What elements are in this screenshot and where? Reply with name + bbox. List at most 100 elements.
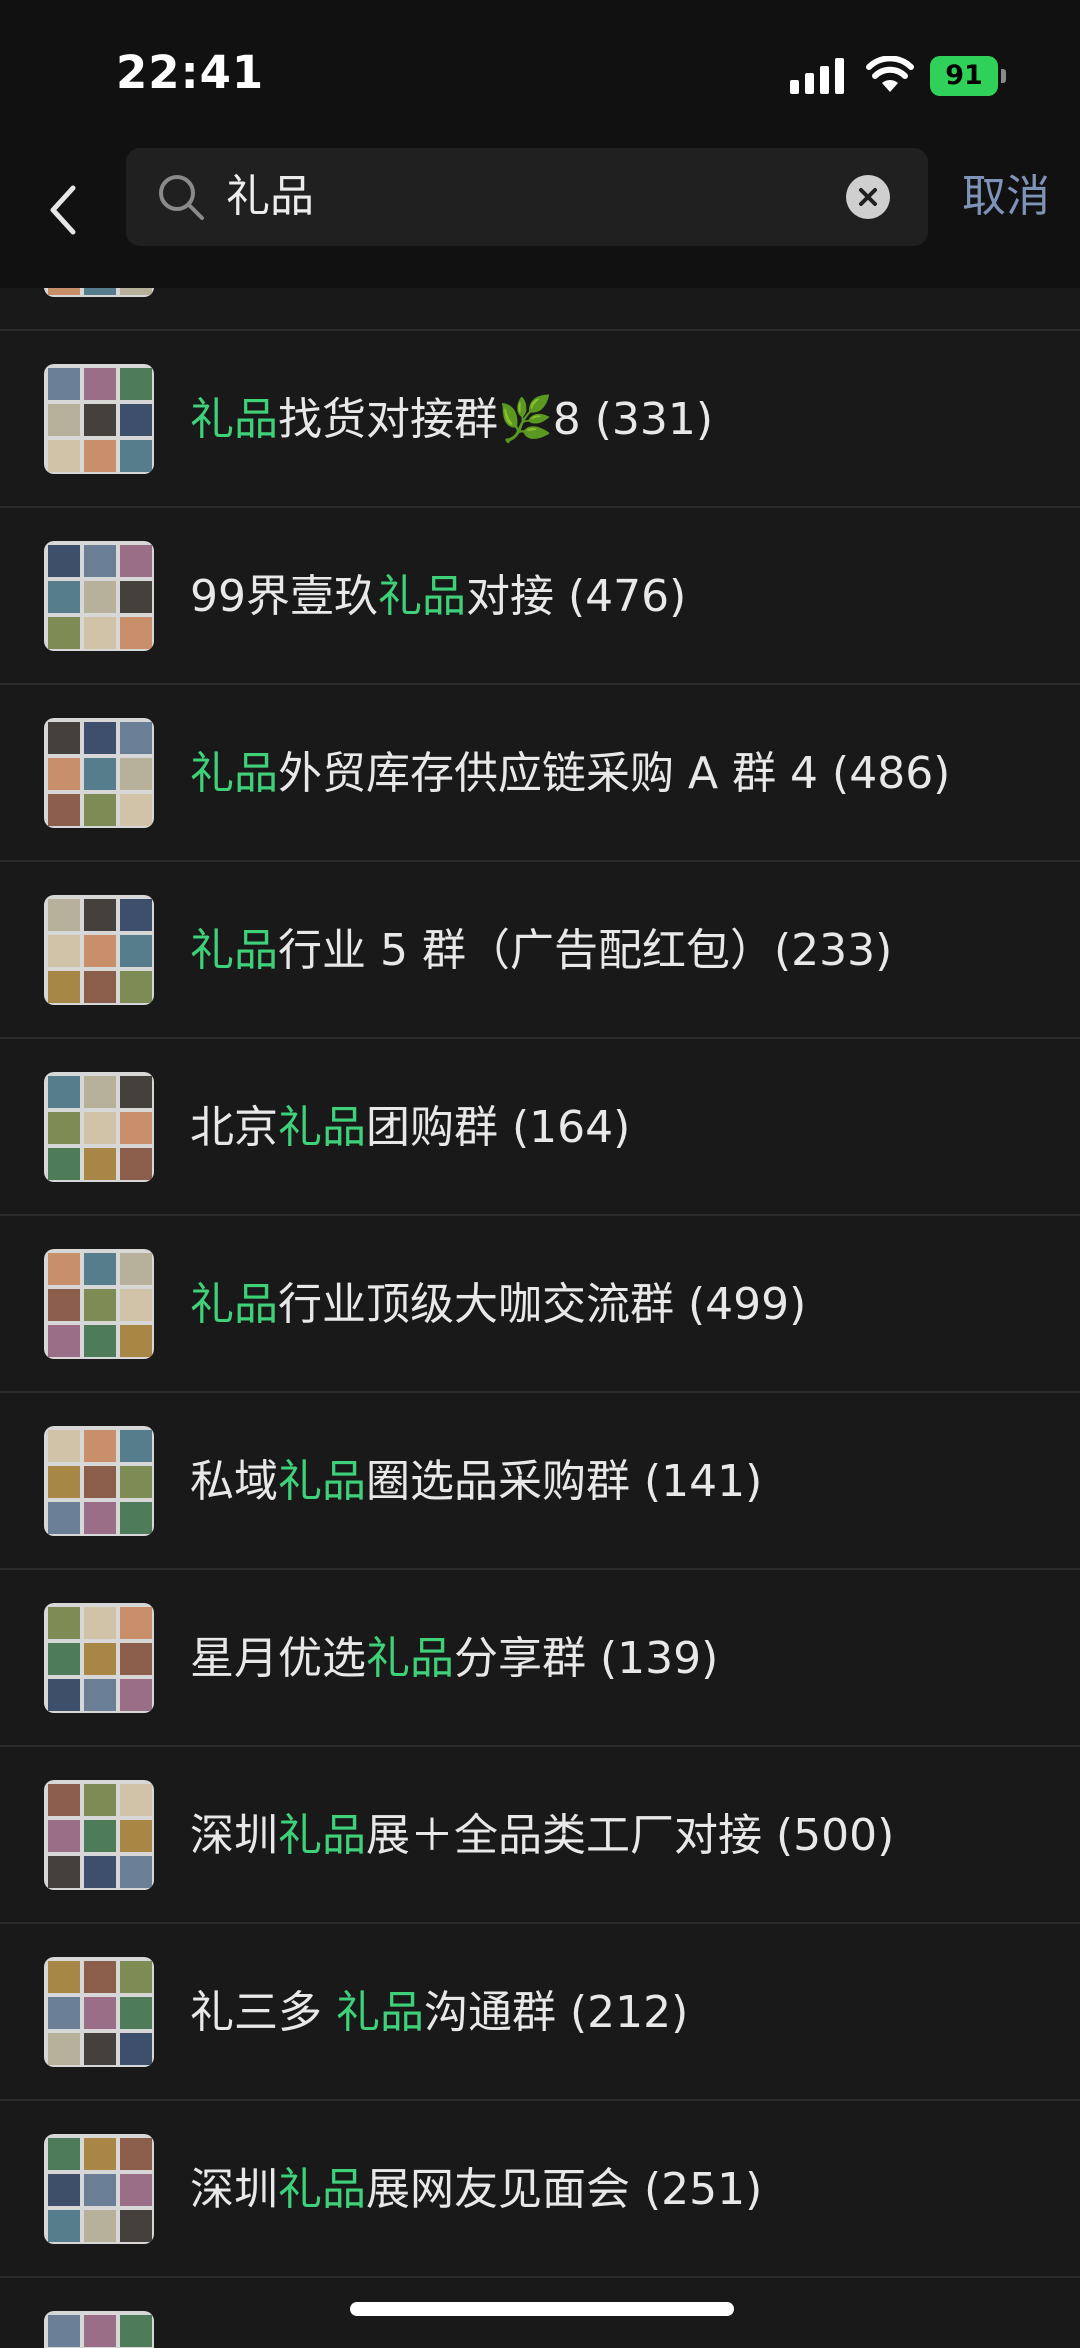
avatar-tile [84, 971, 116, 1003]
avatar-tile [84, 1076, 116, 1108]
avatar-tile [84, 899, 116, 931]
avatar-tile [48, 758, 80, 790]
search-result-row[interactable]: 礼品外贸库存供应链采购 A 群 4 (486) [0, 685, 1080, 862]
group-avatar [44, 1426, 154, 1536]
avatar-tile [84, 794, 116, 826]
search-input[interactable]: 礼品 [226, 148, 846, 246]
avatar-tile [120, 1112, 152, 1144]
group-name-prefix: 礼三多 [190, 1987, 336, 2038]
avatar-tile [120, 1502, 152, 1534]
group-avatar [44, 364, 154, 474]
avatar-tile [120, 1148, 152, 1180]
search-result-row[interactable]: 深圳礼品展网友见面会 (251) [0, 2101, 1080, 2278]
avatar-tile [84, 404, 116, 436]
group-avatar [44, 1957, 154, 2067]
search-result-row[interactable]: 北京礼品团购群 (164) [0, 1039, 1080, 1216]
group-name-suffix: 行业顶级大咖交流群 (499) [278, 1279, 807, 1330]
clear-search-button[interactable] [846, 175, 890, 219]
back-button[interactable] [30, 160, 94, 260]
avatar-tile [120, 2174, 152, 2206]
group-name-prefix: 北京 [190, 1102, 278, 1153]
avatar-tile [84, 1430, 116, 1462]
group-avatar [44, 288, 154, 297]
avatar-tile [48, 1148, 80, 1180]
avatar-tile [120, 1961, 152, 1993]
search-results-list: 礼品找货对接群🌿8 (331) 99界壹玖礼品对接 (476) 礼品外贸库存供应链采… [0, 288, 1080, 2348]
group-avatar [44, 2134, 154, 2244]
group-name-prefix: 99界壹玖 [190, 571, 378, 622]
search-match-highlight: 礼品 [190, 1279, 278, 1330]
search-result-row[interactable]: 99界壹玖礼品对接 (476) [0, 508, 1080, 685]
avatar-tile [48, 1466, 80, 1498]
search-result-row[interactable]: 深圳礼品展＋全品类工厂对接 (500) [0, 1747, 1080, 1924]
avatar-tile [84, 1643, 116, 1675]
avatar-tile [48, 440, 80, 472]
group-name-suffix: 展＋全品类工厂对接 (500) [366, 1810, 895, 1861]
search-result-row[interactable]: 礼品行业顶级大咖交流群 (499) [0, 1216, 1080, 1393]
search-result-row[interactable]: 礼品找货对接群🌿8 (331) [0, 331, 1080, 508]
search-result-row[interactable]: 星月优选礼品分享群 (139) [0, 1570, 1080, 1747]
avatar-tile [84, 2174, 116, 2206]
avatar-tile [120, 1784, 152, 1816]
avatar-tile [84, 2138, 116, 2170]
search-result-row[interactable]: 礼品行业 5 群（广告配红包）(233) [0, 862, 1080, 1039]
avatar-tile [120, 2315, 152, 2347]
avatar-tile [120, 288, 152, 295]
avatar-tile [84, 1466, 116, 1498]
search-result-row[interactable]: 礼三多 礼品沟通群 (212) [0, 1924, 1080, 2101]
avatar-tile [120, 1325, 152, 1357]
avatar-tile [84, 935, 116, 967]
avatar-tile [84, 1997, 116, 2029]
group-name-suffix: 展网友见面会 (251) [366, 2164, 763, 2215]
avatar-tile [48, 1253, 80, 1285]
avatar-tile [48, 2033, 80, 2065]
home-indicator [350, 2302, 734, 2316]
avatar-tile [120, 758, 152, 790]
avatar-tile [120, 1076, 152, 1108]
avatar-tile [48, 617, 80, 649]
search-icon [159, 175, 204, 220]
avatar-tile [48, 899, 80, 931]
status-time: 22:41 [116, 46, 265, 99]
avatar-tile [120, 1643, 152, 1675]
search-result-row-partial[interactable] [0, 288, 1080, 331]
avatar-tile [84, 1856, 116, 1888]
avatar-tile [120, 794, 152, 826]
avatar-tile [84, 1112, 116, 1144]
search-header: 礼品 取消 [0, 140, 1080, 288]
cellular-signal-icon [790, 58, 844, 94]
avatar-tile [48, 1679, 80, 1711]
cancel-button[interactable]: 取消 [962, 162, 1050, 232]
search-match-highlight: 礼品 [378, 571, 466, 622]
avatar-tile [120, 1430, 152, 1462]
avatar-tile [84, 1325, 116, 1357]
avatar-tile [84, 2210, 116, 2242]
avatar-tile [120, 971, 152, 1003]
search-match-highlight: 礼品 [278, 1810, 366, 1861]
avatar-tile [48, 2174, 80, 2206]
avatar-tile [48, 794, 80, 826]
avatar-tile [84, 581, 116, 613]
avatar-tile [120, 2138, 152, 2170]
avatar-tile [120, 1856, 152, 1888]
avatar-tile [48, 1325, 80, 1357]
search-box[interactable]: 礼品 [126, 148, 928, 246]
search-result-row[interactable]: 私域礼品圈选品采购群 (141) [0, 1393, 1080, 1570]
avatar-tile [120, 722, 152, 754]
avatar-tile [48, 1820, 80, 1852]
search-match-highlight: 礼品 [366, 1633, 454, 1684]
avatar-tile [120, 2210, 152, 2242]
avatar-tile [48, 2138, 80, 2170]
avatar-tile [120, 545, 152, 577]
avatar-tile [48, 581, 80, 613]
avatar-tile [84, 1679, 116, 1711]
avatar-tile [120, 1466, 152, 1498]
group-name-suffix: 找货对接群🌿8 (331) [278, 394, 714, 445]
avatar-tile [120, 2033, 152, 2065]
search-match-highlight: 礼品 [190, 748, 278, 799]
group-name-suffix: 行业 5 群（广告配红包）(233) [278, 925, 893, 976]
group-avatar [44, 2311, 154, 2348]
avatar-tile [48, 2315, 80, 2347]
avatar-tile [84, 1820, 116, 1852]
wifi-icon [866, 56, 914, 92]
